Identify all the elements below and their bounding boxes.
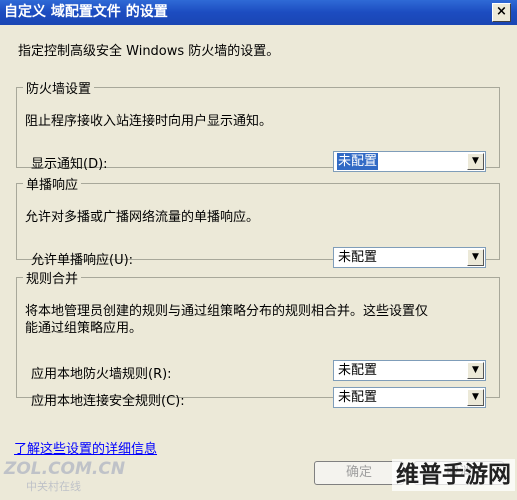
chevron-down-icon[interactable]: ▼ (467, 362, 484, 379)
show-notification-value: 未配置 (337, 153, 379, 170)
intro-text: 指定控制高级安全 Windows 防火墙的设置。 (18, 44, 280, 59)
chevron-down-icon[interactable]: ▼ (467, 249, 484, 266)
learn-more-link[interactable]: 了解这些设置的详细信息 (14, 438, 157, 457)
local-firewall-rules-label: 应用本地防火墙规则(R): (31, 367, 172, 382)
chevron-down-icon[interactable]: ▼ (467, 153, 484, 170)
firewall-settings-legend: 防火墙设置 (26, 82, 92, 97)
unicast-response-group: 单播响应 允许对多播或广播网络流量的单播响应。 允许单播响应(U): 未配置 ▼ (16, 174, 500, 268)
allow-unicast-label: 允许单播响应(U): (31, 253, 134, 268)
rule-merge-group: 规则合并 将本地管理员创建的规则与通过组策略分布的规则相合并。这些设置仅 能通过… (16, 268, 500, 409)
window-title: 自定义 域配置文件 的设置 (4, 4, 168, 20)
local-security-rules-select[interactable]: 未配置 ▼ (333, 387, 486, 408)
zol-watermark: ZOL.COM.CN 中关村在线 (4, 460, 125, 496)
local-security-rules-value: 未配置 (338, 390, 378, 405)
title-bar: 自定义 域配置文件 的设置 × (0, 0, 517, 25)
zol-watermark-main: ZOL.COM.CN (4, 459, 126, 479)
allow-unicast-value: 未配置 (338, 250, 378, 265)
local-firewall-rules-value: 未配置 (338, 363, 378, 378)
unicast-response-description: 允许对多播或广播网络流量的单播响应。 (25, 210, 260, 225)
unicast-response-legend: 单播响应 (26, 178, 79, 193)
firewall-settings-group: 防火墙设置 阻止程序接收入站连接时向用户显示通知。 显示通知(D): 未配置 ▼ (16, 78, 500, 172)
local-firewall-rules-select[interactable]: 未配置 ▼ (333, 360, 486, 381)
close-button[interactable]: × (492, 3, 511, 22)
show-notification-label: 显示通知(D): (31, 157, 108, 172)
chevron-down-icon[interactable]: ▼ (467, 389, 484, 406)
close-icon: × (496, 4, 507, 19)
local-security-rules-label: 应用本地连接安全规则(C): (31, 394, 185, 409)
ok-button[interactable]: 确定 (314, 461, 404, 485)
show-notification-select[interactable]: 未配置 ▼ (333, 151, 486, 172)
zol-watermark-sub: 中关村在线 (26, 480, 81, 493)
allow-unicast-select[interactable]: 未配置 ▼ (333, 247, 486, 268)
site-watermark: 维普手游网 (392, 459, 515, 491)
rule-merge-description: 将本地管理员创建的规则与通过组策略分布的规则相合并。这些设置仅 能通过组策略应用… (25, 303, 428, 337)
rule-merge-description-line1: 将本地管理员创建的规则与通过组策略分布的规则相合并。这些设置仅 (25, 304, 429, 319)
rule-merge-legend: 规则合并 (26, 272, 79, 287)
rule-merge-description-line2: 能通过组策略应用。 (25, 321, 143, 336)
firewall-settings-description: 阻止程序接收入站连接时向用户显示通知。 (25, 114, 273, 129)
